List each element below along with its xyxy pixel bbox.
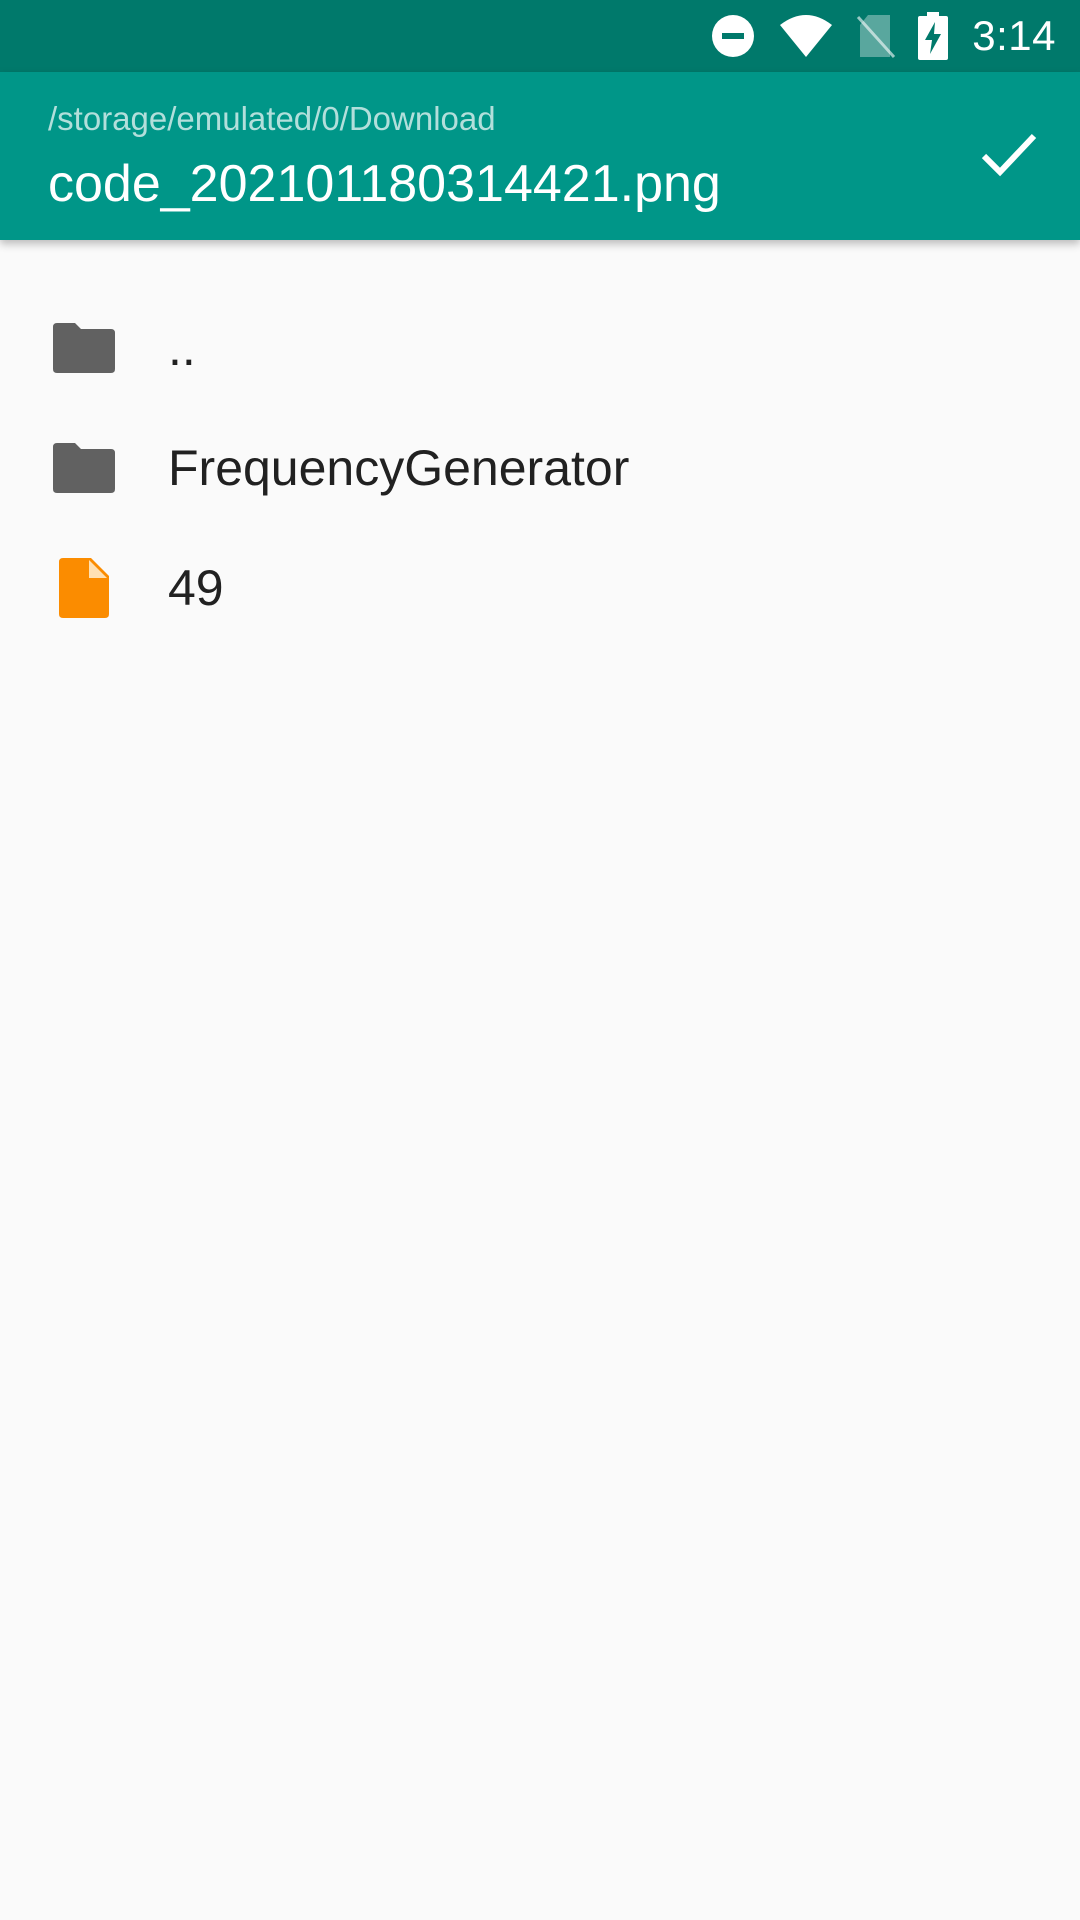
list-item-label: FrequencyGenerator [168, 440, 630, 496]
battery-charging-icon [918, 12, 949, 60]
list-item-label: .. [168, 320, 196, 376]
current-path: /storage/emulated/0/Download [48, 100, 496, 137]
list-item-parent-directory[interactable]: .. [0, 288, 1080, 408]
wifi-icon [778, 13, 834, 59]
list-item-label: 49 [168, 560, 224, 616]
app-bar: /storage/emulated/0/Download code_202101… [0, 72, 1080, 240]
file-icon [0, 558, 168, 618]
do-not-disturb-icon [710, 13, 756, 59]
list-item-file-49[interactable]: 49 [0, 528, 1080, 648]
no-sim-icon [856, 13, 896, 59]
folder-icon [0, 443, 168, 493]
status-time: 3:14 [972, 12, 1056, 59]
confirm-button[interactable] [960, 108, 1056, 204]
status-bar: 3:14 [0, 0, 1080, 72]
selected-filename: code_202101180314421.png [48, 155, 721, 213]
file-list: .. FrequencyGenerator 49 [0, 288, 1080, 648]
folder-icon [0, 323, 168, 373]
check-icon [976, 122, 1040, 191]
list-item-folder-frequencygenerator[interactable]: FrequencyGenerator [0, 408, 1080, 528]
